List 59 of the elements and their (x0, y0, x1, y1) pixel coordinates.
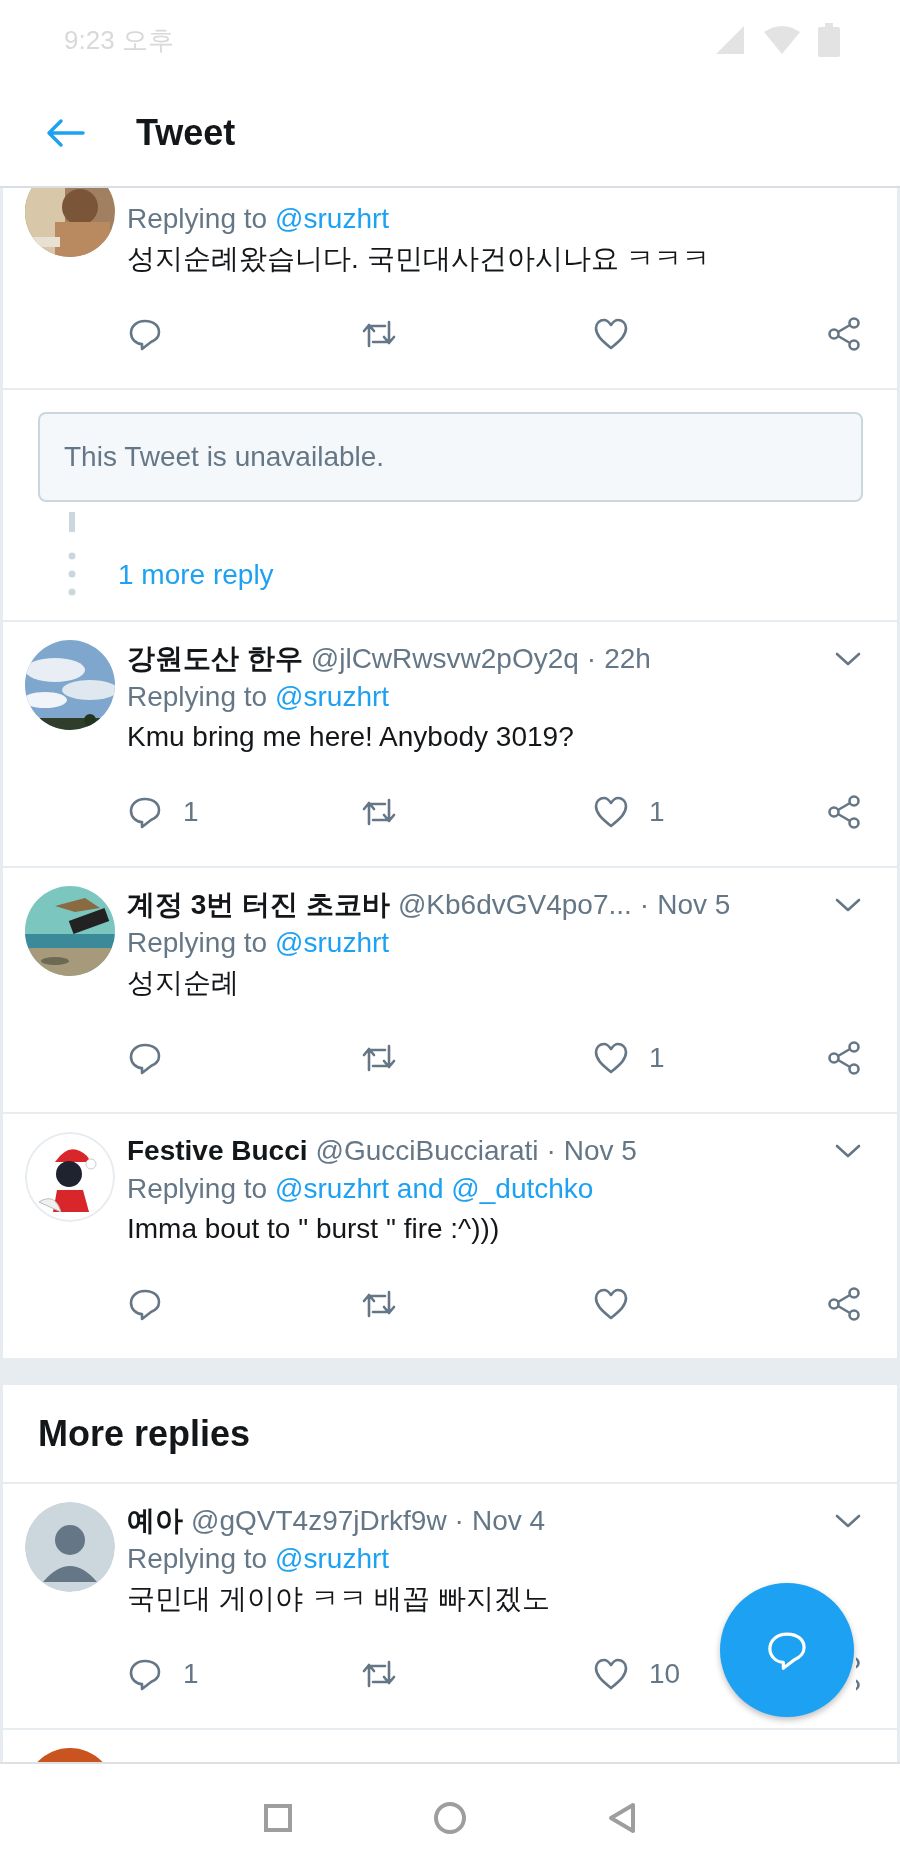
thread-line-icon (66, 512, 78, 598)
tweet-time: Nov 5 (657, 888, 731, 922)
share-icon[interactable] (826, 794, 862, 830)
count: 1 (649, 795, 665, 829)
user-name: 계정 3번 터진 초코바 (127, 888, 390, 922)
count: 1 (183, 1657, 199, 1691)
tweet-time: Nov 5 (563, 1134, 637, 1168)
separator-dot: · (639, 888, 650, 922)
replying-label: Replying to (127, 1542, 268, 1576)
count: 1 (183, 795, 199, 829)
unavailable-notice: This Tweet is unavailable. (38, 412, 863, 502)
share-icon[interactable] (826, 1040, 862, 1076)
user-handle: @jlCwRwsvw2pOy2q (310, 642, 579, 676)
user-handle: @GucciBucciarati (315, 1134, 539, 1168)
battery-icon (818, 23, 840, 57)
replying-label: Replying to (127, 202, 268, 236)
mention-link[interactable]: @sruzhrt (275, 200, 390, 238)
share-icon[interactable] (826, 1286, 862, 1322)
count: 10 (649, 1657, 681, 1691)
mention-link[interactable]: @sruzhrt (275, 1540, 390, 1578)
count: 1 (649, 1041, 665, 1075)
tweet-time: Nov 4 (471, 1504, 546, 1538)
user-handle: @gQVT4z97jDrkf9w (191, 1504, 447, 1538)
like-icon[interactable] (593, 794, 629, 830)
replying-label: Replying to (127, 926, 268, 960)
home-icon[interactable] (433, 1801, 467, 1835)
separator-dot: · (454, 1504, 464, 1538)
tweet-text: 성지순례왔습니다. 국민대사건아시나요 ㅋㅋㅋ (127, 242, 712, 276)
like-icon[interactable] (593, 1040, 629, 1076)
tweet-text: 국민대 게이야 ㅋㅋ 배꼽 빠지겠노 (127, 1582, 552, 1616)
like-icon[interactable] (593, 1286, 629, 1322)
avatar-icon[interactable] (25, 1502, 115, 1592)
more-replies-link[interactable]: 1 more reply (118, 556, 274, 594)
share-icon[interactable] (826, 316, 862, 352)
signal-icon (714, 24, 746, 56)
separator-dot: · (586, 642, 597, 676)
recent-apps-icon[interactable] (263, 1803, 293, 1833)
like-icon[interactable] (593, 1656, 629, 1692)
section-title: More replies (38, 1411, 251, 1456)
tweet-text: Kmu bring me here! Anybody 3019? (127, 720, 575, 754)
replying-label: Replying to (127, 680, 268, 714)
tweet-text: 성지순례 (127, 966, 240, 1000)
like-icon[interactable] (593, 316, 629, 352)
tweet-text: Imma bout to " burst " fire :^))) (127, 1212, 501, 1246)
mention-link[interactable]: @sruzhrt and @_dutchko (275, 1170, 594, 1208)
back-button[interactable] (46, 118, 86, 148)
replying-label: Replying to (127, 1172, 268, 1206)
wifi-icon (762, 24, 802, 56)
back-icon[interactable] (607, 1802, 637, 1834)
share-icon[interactable] (856, 1656, 862, 1692)
user-name: 예아 (127, 1504, 183, 1538)
user-handle: @Kb6dvGV4po7... (397, 888, 632, 922)
mention-link[interactable]: @sruzhrt (275, 924, 390, 962)
page-title: Tweet (136, 111, 236, 155)
tweet-time: 22h (604, 642, 651, 676)
user-name: 강원도산 한우 (127, 642, 303, 676)
user-name: Festive Bucci (127, 1134, 308, 1168)
separator-dot: · (546, 1134, 556, 1168)
mention-link[interactable]: @sruzhrt (275, 678, 390, 716)
